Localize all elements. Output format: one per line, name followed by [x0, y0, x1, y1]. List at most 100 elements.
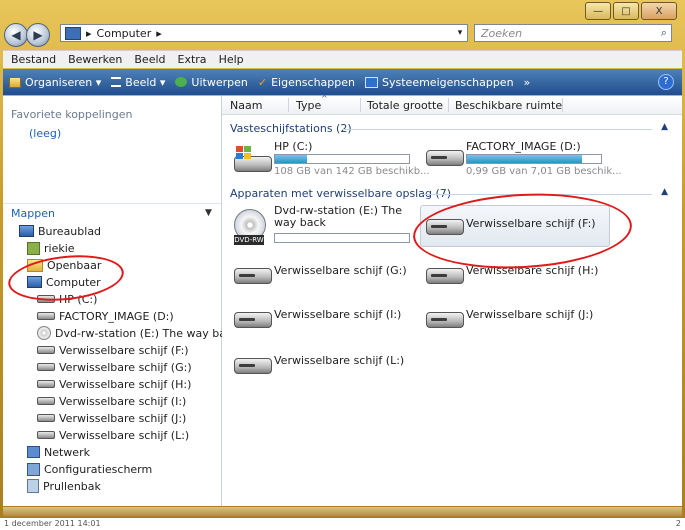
- menu-bewerken[interactable]: Bewerken: [68, 53, 122, 66]
- tree-item-bureaublad[interactable]: Bureaublad: [19, 223, 101, 239]
- computer-icon: [65, 26, 81, 40]
- folders-header[interactable]: Mappen: [11, 207, 55, 220]
- usage-fill: [275, 155, 308, 163]
- menu-help[interactable]: Help: [219, 53, 244, 66]
- tree-item-prullenbak[interactable]: Prullenbak: [27, 478, 101, 494]
- more-commands-button[interactable]: »: [524, 76, 531, 89]
- organize-button[interactable]: Organiseren ▾: [9, 76, 101, 89]
- desktop-icon: [19, 225, 34, 237]
- drive-tile-l[interactable]: Verwisselbare schijf (L:): [228, 344, 418, 384]
- column-divider[interactable]: [448, 98, 449, 112]
- tree-item-dvd-e[interactable]: Dvd-rw-station (E:) The way back: [37, 325, 238, 341]
- column-divider[interactable]: [562, 98, 563, 112]
- group-header-removable[interactable]: Apparaten met verwisselbare opslag (7): [230, 187, 451, 201]
- drive-tile-e[interactable]: DVD-RW Dvd-rw-station (E:) The way back: [228, 205, 418, 245]
- forward-button[interactable]: ▶: [26, 23, 50, 47]
- address-row: ◀ ▶ ▸ Computer ▸ ▾ ↻ Zoeken ⌕: [0, 22, 685, 47]
- drive-free-space: 0,99 GB van 7,01 GB beschik...: [466, 166, 622, 177]
- dvd-drive-icon: DVD-RW: [232, 209, 270, 245]
- usage-fill: [467, 155, 583, 163]
- drive-tile-j[interactable]: Verwisselbare schijf (J:): [420, 298, 610, 338]
- removable-drive-icon: [37, 397, 55, 405]
- divider: [3, 203, 221, 204]
- group-divider: [342, 129, 652, 130]
- column-type[interactable]: Type: [296, 99, 321, 112]
- drive-name: HP (C:): [274, 140, 313, 153]
- tree-item-drive-h[interactable]: Verwisselbare schijf (H:): [37, 376, 191, 392]
- removable-drive-icon: [37, 363, 55, 371]
- tree-item-drive-f[interactable]: Verwisselbare schijf (F:): [37, 342, 189, 358]
- tree-item-factory-image[interactable]: FACTORY_IMAGE (D:): [37, 308, 174, 324]
- menu-bar: Bestand Bewerken Beeld Extra Help: [3, 50, 682, 68]
- drive-tile-i[interactable]: Verwisselbare schijf (I:): [228, 298, 418, 338]
- system-properties-icon: [365, 76, 379, 88]
- maximize-button[interactable]: □: [613, 2, 639, 20]
- windows-drive-icon: [232, 144, 272, 172]
- tree-item-riekie[interactable]: riekie: [27, 240, 75, 256]
- breadcrumb-computer[interactable]: Computer: [97, 27, 152, 40]
- hard-drive-icon: [37, 312, 55, 320]
- column-divider[interactable]: [288, 98, 289, 112]
- help-icon[interactable]: ?: [658, 74, 674, 90]
- column-totale-grootte[interactable]: Totale grootte: [367, 99, 443, 112]
- properties-button[interactable]: ✓ Eigenschappen: [258, 76, 355, 89]
- removable-drive-icon: [234, 312, 272, 328]
- chevron-up-icon[interactable]: ▲: [661, 187, 668, 197]
- command-bar: Organiseren ▾ Beeld ▾ Uitwerpen ✓ Eigens…: [3, 69, 682, 95]
- search-input[interactable]: Zoeken ⌕: [474, 24, 672, 42]
- drive-name: Dvd-rw-station (E:) The way back: [274, 204, 402, 229]
- breadcrumb-separator-icon: ▸: [86, 26, 92, 40]
- page-number: 2: [675, 519, 681, 528]
- system-properties-button[interactable]: Systeemeigenschappen: [365, 76, 514, 89]
- breadcrumb-separator-icon: ▸: [156, 26, 162, 40]
- network-icon: [27, 446, 40, 458]
- column-header-row: Naam Type ^ Totale grootte Beschikbare r…: [222, 94, 682, 115]
- eject-button[interactable]: Uitwerpen: [175, 76, 248, 89]
- search-icon[interactable]: ⌕: [661, 26, 667, 40]
- removable-drive-icon: [426, 312, 464, 328]
- view-button[interactable]: Beeld ▾: [111, 76, 165, 89]
- drive-tile-d[interactable]: FACTORY_IMAGE (D:) 0,99 GB van 7,01 GB b…: [420, 140, 622, 180]
- group-header-fixed[interactable]: Vasteschijfstations (2): [230, 122, 352, 136]
- column-divider[interactable]: [360, 98, 361, 112]
- chevron-down-icon[interactable]: ▼: [205, 208, 212, 218]
- back-button[interactable]: ◀: [4, 23, 28, 47]
- drive-tile-g[interactable]: Verwisselbare schijf (G:): [228, 254, 418, 294]
- drive-free-space: 108 GB van 142 GB beschikb...: [274, 166, 430, 177]
- address-dropdown-icon[interactable]: ▾: [453, 28, 467, 38]
- usage-bar: [274, 233, 410, 243]
- tree-item-configuratiescherm[interactable]: Configuratiescherm: [27, 461, 152, 477]
- tree-item-drive-l[interactable]: Verwisselbare schijf (L:): [37, 427, 189, 443]
- footer-date: 1 december 2011 14:01: [4, 519, 101, 528]
- drive-name: Verwisselbare schijf (J:): [466, 308, 594, 321]
- usage-bar: [274, 154, 410, 164]
- tree-item-netwerk[interactable]: Netwerk: [27, 444, 90, 460]
- column-beschikbare-ruimte[interactable]: Beschikbare ruimte: [455, 99, 562, 112]
- tree-item-drive-i[interactable]: Verwisselbare schijf (I:): [37, 393, 186, 409]
- control-panel-icon: [27, 462, 40, 476]
- address-bar[interactable]: ▸ Computer ▸ ▾: [60, 24, 468, 42]
- explorer-window: — □ X ◀ ▶ ▸ Computer ▸ ▾ ↻ Zoeken ⌕ Best…: [0, 0, 685, 518]
- removable-drive-icon: [37, 414, 55, 422]
- drive-tile-c[interactable]: HP (C:) 108 GB van 142 GB beschikb...: [228, 140, 430, 180]
- menu-extra[interactable]: Extra: [178, 53, 207, 66]
- window-controls: — □ X: [585, 2, 677, 20]
- menu-bestand[interactable]: Bestand: [11, 53, 56, 66]
- status-bar: [3, 507, 682, 516]
- removable-drive-icon: [234, 268, 272, 284]
- removable-drive-icon: [37, 380, 55, 388]
- close-button[interactable]: X: [641, 2, 677, 20]
- drive-name: Verwisselbare schijf (G:): [274, 264, 407, 277]
- tree-item-drive-g[interactable]: Verwisselbare schijf (G:): [37, 359, 192, 375]
- column-naam[interactable]: Naam: [230, 99, 262, 112]
- drive-name: Verwisselbare schijf (L:): [274, 354, 405, 367]
- sort-up-icon: ^: [321, 94, 328, 103]
- minimize-button[interactable]: —: [585, 2, 611, 20]
- favorites-header: Favoriete koppelingen: [11, 108, 133, 121]
- menu-beeld[interactable]: Beeld: [134, 53, 165, 66]
- tree-item-drive-j[interactable]: Verwisselbare schijf (J:): [37, 410, 186, 426]
- checkmark-icon: ✓: [257, 75, 268, 89]
- eject-icon: [175, 77, 188, 87]
- recycle-bin-icon: [27, 479, 39, 493]
- chevron-up-icon[interactable]: ▲: [661, 122, 668, 132]
